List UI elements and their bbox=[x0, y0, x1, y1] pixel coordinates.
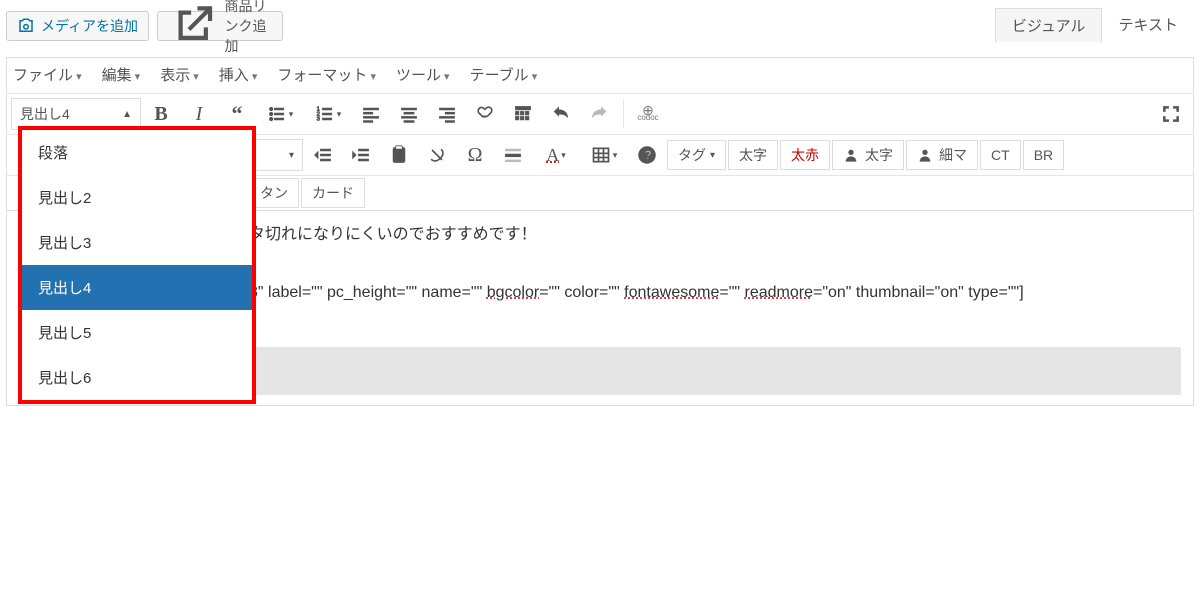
format-dropdown: 段落 見出し2 見出し3 見出し4 見出し5 見出し6 bbox=[18, 126, 256, 404]
indent-button[interactable] bbox=[343, 137, 379, 173]
format-option-h3[interactable]: 見出し3 bbox=[22, 220, 252, 265]
hr-button[interactable] bbox=[495, 137, 531, 173]
style-select[interactable]: ▾ bbox=[249, 139, 303, 171]
format-option-paragraph[interactable]: 段落 bbox=[22, 130, 252, 175]
body-line1: タ切れになりにくいのでおすすめです！ bbox=[249, 226, 537, 243]
user-bold-button[interactable]: 太字 bbox=[832, 140, 904, 170]
align-left-button[interactable] bbox=[353, 96, 389, 132]
bold-red-button[interactable]: 太赤 bbox=[780, 140, 830, 170]
menu-tools[interactable]: ツール bbox=[396, 64, 450, 85]
link-button[interactable] bbox=[467, 96, 503, 132]
bullet-list-button[interactable]: ▾ bbox=[257, 96, 303, 132]
text-color-button[interactable]: A▾ bbox=[533, 137, 579, 173]
format-option-h6[interactable]: 見出し6 bbox=[22, 355, 252, 400]
format-option-h5[interactable]: 見出し5 bbox=[22, 310, 252, 355]
add-product-link-label: 商品リンク追加 bbox=[224, 0, 272, 56]
svg-text:3: 3 bbox=[316, 117, 319, 123]
align-center-button[interactable] bbox=[391, 96, 427, 132]
table-button[interactable]: ▾ bbox=[581, 137, 627, 173]
outdent-button[interactable] bbox=[305, 137, 341, 173]
camera-music-icon bbox=[17, 17, 35, 35]
menubar: ファイル 編集 表示 挿入 フォーマット ツール テーブル bbox=[7, 58, 1193, 94]
ordered-list-button[interactable]: 123▾ bbox=[305, 96, 351, 132]
chevron-up-icon: ▲ bbox=[122, 109, 132, 120]
align-right-button[interactable] bbox=[429, 96, 465, 132]
tan-button[interactable]: タン bbox=[249, 178, 299, 208]
menu-table[interactable]: テーブル bbox=[470, 64, 538, 85]
user-thin-button[interactable]: 細マ bbox=[906, 140, 978, 170]
card-button[interactable]: カード bbox=[301, 178, 365, 208]
tab-visual[interactable]: ビジュアル bbox=[995, 8, 1103, 43]
clear-format-button[interactable] bbox=[419, 137, 455, 173]
sc-readmore: readmore bbox=[745, 284, 813, 301]
special-char-button[interactable]: Ω bbox=[457, 137, 493, 173]
add-product-link-button[interactable]: 商品リンク追加 bbox=[157, 11, 283, 41]
add-media-label: メディアを追加 bbox=[41, 16, 138, 36]
menu-insert[interactable]: 挿入 bbox=[219, 64, 258, 85]
menu-view[interactable]: 表示 bbox=[160, 64, 199, 85]
add-media-button[interactable]: メディアを追加 bbox=[6, 11, 149, 41]
tab-text[interactable]: テキスト bbox=[1102, 8, 1194, 43]
undo-button[interactable] bbox=[543, 96, 579, 132]
paste-button[interactable]: T bbox=[381, 137, 417, 173]
menu-file[interactable]: ファイル bbox=[13, 64, 82, 85]
format-option-h2[interactable]: 見出し2 bbox=[22, 175, 252, 220]
tag-button[interactable]: タグ▾ bbox=[667, 140, 726, 170]
sc-rest: " label="" pc_height="" name="" bbox=[258, 284, 487, 301]
format-select-label: 見出し4 bbox=[20, 104, 70, 124]
toolbar-toggle-button[interactable] bbox=[505, 96, 541, 132]
svg-text:?: ? bbox=[645, 149, 652, 162]
sc-bgcolor: bgcolor bbox=[487, 284, 539, 301]
svg-text:T: T bbox=[397, 151, 402, 161]
format-option-h4[interactable]: 見出し4 bbox=[22, 265, 252, 310]
bold-text-button[interactable]: 太字 bbox=[728, 140, 778, 170]
menu-edit[interactable]: 編集 bbox=[102, 64, 141, 85]
menu-format[interactable]: フォーマット bbox=[277, 64, 376, 85]
separator bbox=[623, 100, 624, 128]
redo-button[interactable] bbox=[581, 96, 617, 132]
sc-fa: fontawesome bbox=[624, 284, 719, 301]
br-button[interactable]: BR bbox=[1023, 140, 1064, 170]
ct-button[interactable]: CT bbox=[980, 140, 1021, 170]
fullscreen-button[interactable] bbox=[1153, 96, 1189, 132]
help-button[interactable]: ? bbox=[629, 137, 665, 173]
share-icon bbox=[168, 0, 218, 50]
codoc-button[interactable]: ⊕codoc bbox=[630, 96, 666, 132]
